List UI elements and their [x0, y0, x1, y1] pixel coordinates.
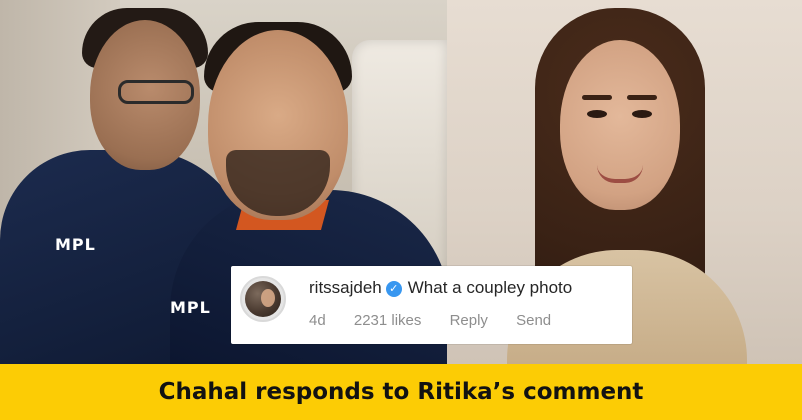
comment-meta-row: 4d 2231 likes Reply Send	[309, 312, 575, 329]
verified-badge-icon: ✓	[385, 280, 402, 297]
commenter-avatar[interactable]	[240, 276, 286, 322]
comment-likes[interactable]: 2231 likes	[354, 312, 422, 329]
reply-button[interactable]: Reply	[450, 312, 488, 329]
send-button[interactable]: Send	[516, 312, 551, 329]
comment-username[interactable]: ritssajdeh	[309, 278, 382, 297]
woman-face	[560, 40, 680, 210]
thumbnail-stage: MPL MPL ritssajdeh ✓ What a coupley photo …	[0, 0, 802, 420]
jersey-logo-left: MPL	[55, 235, 96, 254]
woman-left-brow	[582, 95, 612, 100]
instagram-comment-card: ritssajdeh ✓ What a coupley photo 4d 2231 …	[231, 266, 632, 344]
woman-right-brow	[627, 95, 657, 100]
left-man-glasses	[118, 80, 194, 104]
caption-text: Chahal responds to Ritika’s comment	[158, 379, 644, 405]
woman-left-eye	[587, 110, 607, 118]
comment-text: What a coupley photo	[407, 278, 573, 297]
caption-bar: Chahal responds to Ritika’s comment	[0, 364, 802, 420]
avatar-image	[245, 281, 281, 317]
comment-line: ritssajdeh ✓ What a coupley photo	[309, 278, 572, 298]
woman-right-eye	[632, 110, 652, 118]
comment-time: 4d	[309, 312, 326, 329]
jersey-logo-right: MPL	[170, 298, 211, 317]
